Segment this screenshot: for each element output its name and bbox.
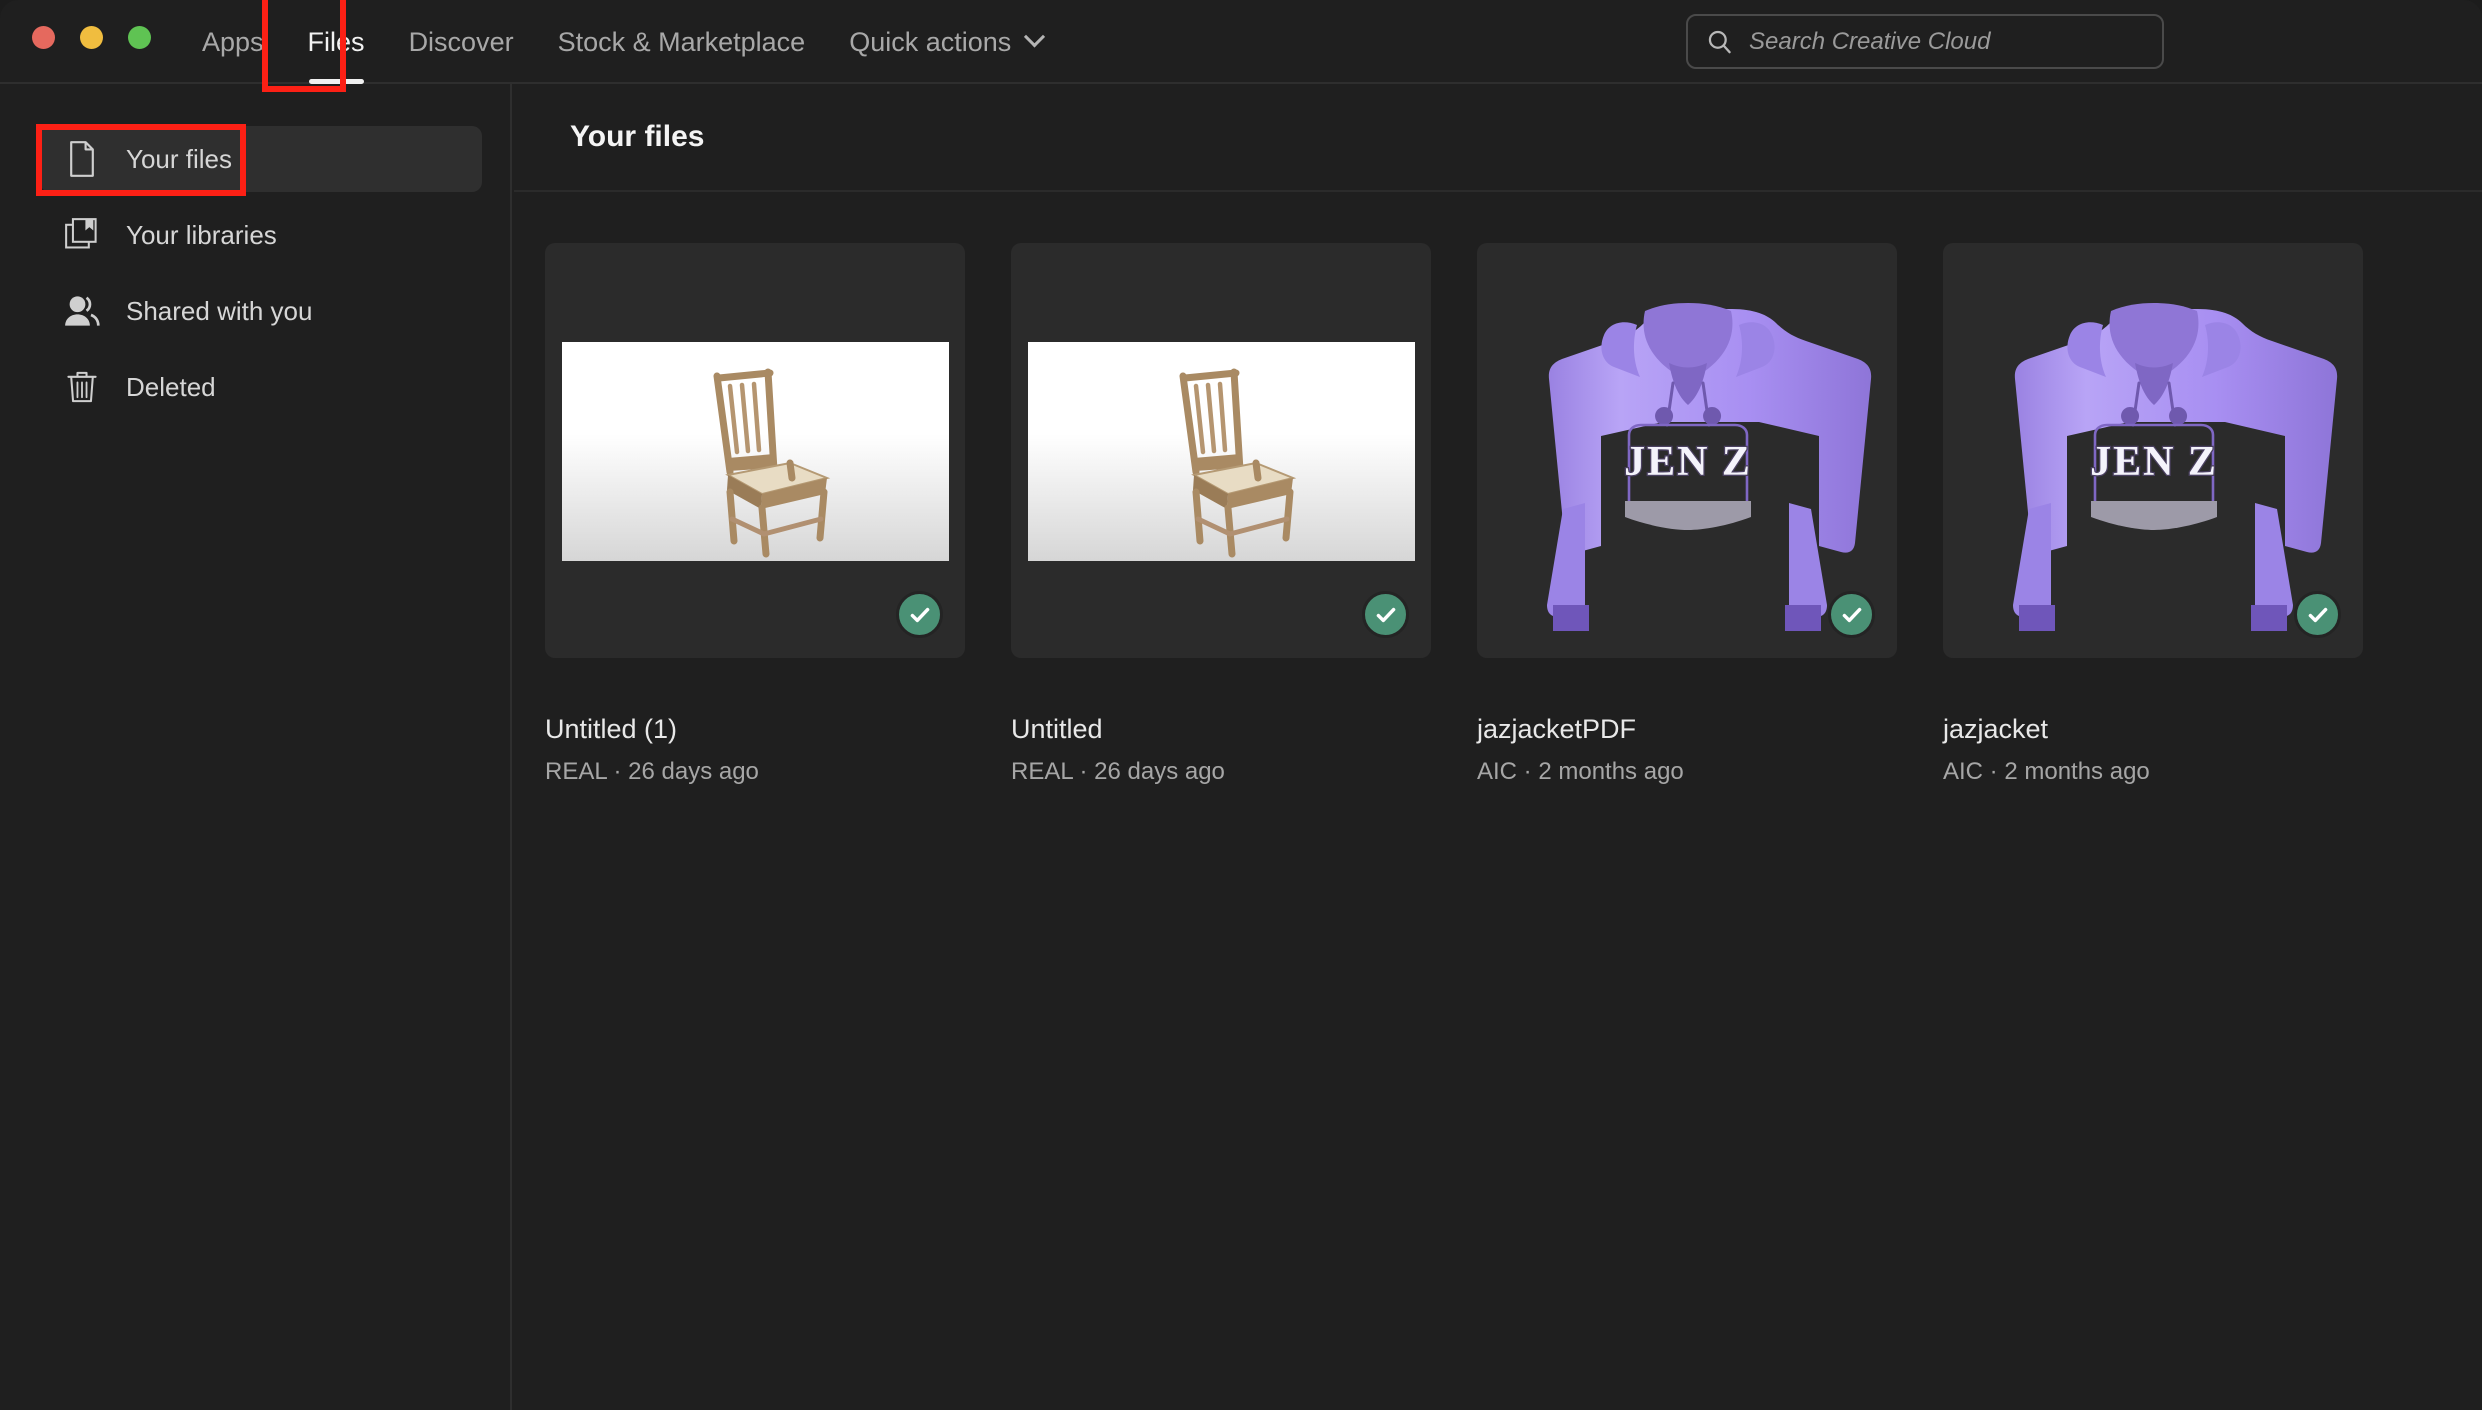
file-name: jazjacket: [1943, 714, 2363, 745]
nav-tab-apps[interactable]: Apps: [180, 0, 286, 84]
creative-cloud-window: Apps Files Discover Stock & Marketplace …: [0, 0, 2482, 1410]
file-meta: AIC · 2 months ago: [1943, 758, 2363, 786]
nav-tab-stock-marketplace-label: Stock & Marketplace: [558, 27, 806, 58]
nav-tab-stock-marketplace[interactable]: Stock & Marketplace: [536, 0, 828, 84]
top-bar: Apps Files Discover Stock & Marketplace …: [0, 0, 2482, 84]
hoodie-render-image: JEN Z: [1943, 243, 2363, 658]
sidebar-item-your-files[interactable]: Your files: [40, 126, 482, 192]
page-title: Your files: [570, 120, 704, 154]
sidebar-item-shared-with-you-label: Shared with you: [126, 296, 312, 327]
top-navigation: Apps Files Discover Stock & Marketplace …: [180, 0, 1064, 84]
file-card[interactable]: JEN Z jazjacket AIC · 2 months ago: [1943, 243, 2363, 786]
close-window-button[interactable]: [32, 26, 55, 49]
library-icon: [62, 218, 102, 252]
file-name: Untitled: [1011, 714, 1431, 745]
search-placeholder: Search Creative Cloud: [1749, 28, 1990, 56]
file-card[interactable]: Untitled REAL · 26 days ago: [1011, 243, 1431, 786]
sync-status-badge: [2294, 591, 2341, 638]
sidebar-item-your-libraries-label: Your libraries: [126, 220, 277, 251]
nav-tab-files[interactable]: Files: [286, 0, 387, 84]
sync-status-badge: [1362, 591, 1409, 638]
file-card[interactable]: Untitled (1) REAL · 26 days ago: [545, 243, 965, 786]
sidebar-item-shared-with-you[interactable]: Shared with you: [40, 278, 482, 344]
check-icon: [1373, 602, 1399, 628]
file-name: Untitled (1): [545, 714, 965, 745]
sidebar-item-deleted-label: Deleted: [126, 372, 216, 403]
file-thumbnail[interactable]: [545, 243, 965, 658]
nav-tab-quick-actions-label: Quick actions: [849, 27, 1011, 58]
sidebar-item-your-files-label: Your files: [126, 144, 232, 175]
file-name: jazjacketPDF: [1477, 714, 1897, 745]
people-icon: [62, 295, 102, 327]
main-content: Your files: [514, 84, 2482, 1410]
sidebar-item-your-libraries[interactable]: Your libraries: [40, 202, 482, 268]
file-meta: REAL · 26 days ago: [545, 758, 965, 786]
check-icon: [1839, 602, 1865, 628]
hoodie-graphic-text: JEN Z: [1624, 439, 1752, 485]
search-input[interactable]: Search Creative Cloud: [1686, 14, 2164, 69]
content-header: Your files: [514, 84, 2482, 192]
sync-status-badge: [896, 591, 943, 638]
sidebar: Your files Your libraries: [0, 84, 512, 1410]
file-thumbnail[interactable]: JEN Z: [1943, 243, 2363, 658]
maximize-window-button[interactable]: [128, 26, 151, 49]
minimize-window-button[interactable]: [80, 26, 103, 49]
sync-status-badge: [1828, 591, 1875, 638]
file-meta: REAL · 26 days ago: [1011, 758, 1431, 786]
nav-tab-discover[interactable]: Discover: [387, 0, 536, 84]
check-icon: [2305, 602, 2331, 628]
sidebar-item-deleted[interactable]: Deleted: [40, 354, 482, 420]
hoodie-graphic-text: JEN Z: [2090, 439, 2218, 485]
file-meta: AIC · 2 months ago: [1477, 758, 1897, 786]
window-traffic-lights: [32, 26, 151, 49]
search-icon: [1706, 28, 1733, 55]
nav-tab-quick-actions[interactable]: Quick actions: [827, 0, 1064, 84]
chevron-down-icon: [1024, 26, 1045, 47]
document-icon: [62, 141, 102, 177]
nav-tab-discover-label: Discover: [409, 27, 514, 58]
files-grid: Untitled (1) REAL · 26 days ago: [514, 192, 2482, 786]
file-thumbnail[interactable]: JEN Z: [1477, 243, 1897, 658]
trash-icon: [62, 370, 102, 404]
file-card[interactable]: JEN Z jazjacketPDF AIC · 2 months ago: [1477, 243, 1897, 786]
chair-render-image: [562, 342, 949, 561]
hoodie-render-image: JEN Z: [1477, 243, 1897, 658]
check-icon: [907, 602, 933, 628]
file-thumbnail[interactable]: [1011, 243, 1431, 658]
chair-render-image: [1028, 342, 1415, 561]
nav-tab-apps-label: Apps: [202, 27, 264, 58]
nav-tab-files-label: Files: [308, 27, 365, 58]
